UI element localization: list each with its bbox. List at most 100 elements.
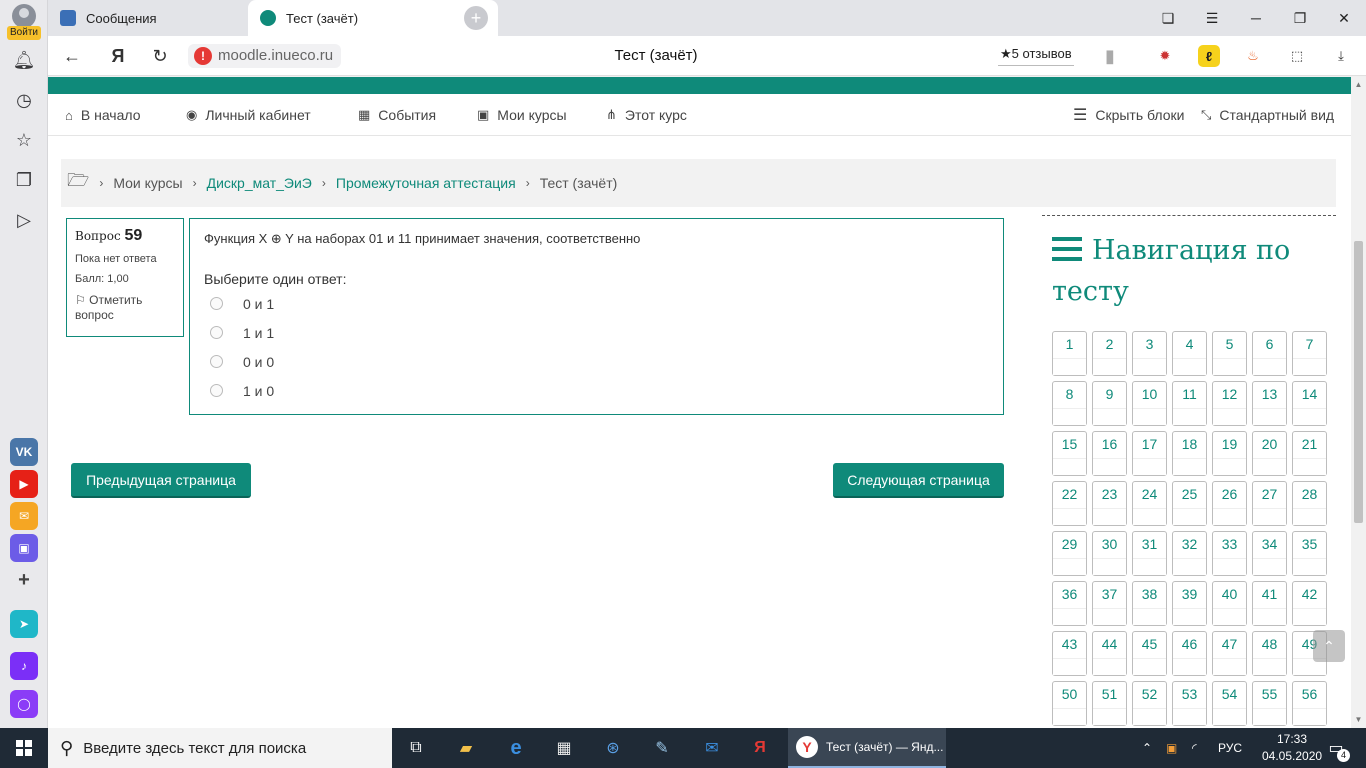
nav-this-course[interactable]: ⋔ Этот курс [606, 94, 687, 136]
radio-button[interactable] [210, 297, 223, 310]
alice-icon[interactable]: ◯ [10, 690, 38, 718]
quiz-nav-cell[interactable]: 34 [1252, 531, 1287, 576]
menu-icon[interactable]: ☰ [1190, 0, 1234, 36]
quiz-nav-cell[interactable]: 48 [1252, 631, 1287, 676]
bug-extension-icon[interactable]: ✹ [1154, 45, 1176, 67]
quiz-nav-cell[interactable]: 37 [1092, 581, 1127, 626]
quiz-nav-cell[interactable]: 4 [1172, 331, 1207, 376]
quiz-nav-cell[interactable]: 7 [1292, 331, 1327, 376]
warning-icon[interactable]: ! [194, 47, 212, 65]
answer-option[interactable]: 1 и 1 [204, 318, 989, 347]
quiz-nav-cell[interactable]: 52 [1132, 681, 1167, 726]
quiz-nav-cell[interactable]: 47 [1212, 631, 1247, 676]
quiz-nav-cell[interactable]: 25 [1172, 481, 1207, 526]
breadcrumb-section[interactable]: Промежуточная аттестация [336, 175, 516, 191]
puzzle-extension-icon[interactable]: ⬚ [1286, 45, 1308, 67]
paint-icon[interactable]: ✎ [646, 732, 678, 764]
extension-icon[interactable]: ℓ [1198, 45, 1220, 67]
history-icon[interactable]: ◷ [12, 88, 36, 112]
yandex-browser-icon[interactable]: Я [744, 732, 776, 764]
quiz-nav-cell[interactable]: 28 [1292, 481, 1327, 526]
flag-question-button[interactable]: ⚐ Отметить вопрос [75, 293, 175, 323]
quiz-nav-cell[interactable]: 8 [1052, 381, 1087, 426]
star-icon[interactable]: ☆ [12, 128, 36, 152]
quiz-nav-cell[interactable]: 36 [1052, 581, 1087, 626]
quiz-nav-cell[interactable]: 24 [1132, 481, 1167, 526]
quiz-nav-cell[interactable]: 32 [1172, 531, 1207, 576]
login-label[interactable]: Войти [7, 26, 41, 40]
taskbar-search[interactable]: ⚲ Введите здесь текст для поиска [48, 728, 392, 768]
quiz-nav-cell[interactable]: 30 [1092, 531, 1127, 576]
bell-icon[interactable]: 🔔︎ [12, 48, 36, 72]
mail-icon[interactable]: ✉ [696, 732, 728, 764]
quiz-nav-cell[interactable]: 3 [1132, 331, 1167, 376]
quiz-nav-cell[interactable]: 12 [1212, 381, 1247, 426]
download-icon[interactable]: ⤓ [1330, 45, 1352, 67]
quiz-nav-cell[interactable]: 1 [1052, 331, 1087, 376]
page-scrollbar[interactable]: ▲ ▼ [1351, 77, 1366, 728]
previous-page-button[interactable]: Предыдущая страница [71, 463, 251, 498]
tab-messages[interactable]: Сообщения [48, 0, 248, 36]
quiz-nav-cell[interactable]: 11 [1172, 381, 1207, 426]
music-icon[interactable]: ♪ [10, 652, 38, 680]
start-button[interactable] [0, 728, 48, 768]
radio-button[interactable] [210, 384, 223, 397]
quiz-nav-cell[interactable]: 53 [1172, 681, 1207, 726]
breadcrumb-my-courses[interactable]: Мои курсы [113, 175, 182, 191]
quiz-nav-cell[interactable]: 15 [1052, 431, 1087, 476]
quiz-nav-cell[interactable]: 56 [1292, 681, 1327, 726]
nav-events[interactable]: ▦ События [358, 94, 436, 136]
quiz-nav-cell[interactable]: 29 [1052, 531, 1087, 576]
taskbar-window-quiz[interactable]: Y Тест (зачёт) — Янд... [788, 728, 946, 768]
url-field[interactable]: ! moodle.inueco.ru [188, 44, 342, 68]
quiz-nav-cell[interactable]: 51 [1092, 681, 1127, 726]
store-icon[interactable]: ▦ [548, 732, 580, 764]
tab-quiz[interactable]: Тест (зачёт) ✕ [248, 0, 498, 36]
quiz-nav-cell[interactable]: 27 [1252, 481, 1287, 526]
clock[interactable]: 17:33 04.05.2020 [1262, 731, 1322, 765]
quiz-nav-cell[interactable]: 17 [1132, 431, 1167, 476]
next-page-button[interactable]: Следующая страница [833, 463, 1004, 498]
quiz-nav-cell[interactable]: 50 [1052, 681, 1087, 726]
language-indicator[interactable]: РУС [1218, 728, 1242, 768]
messenger-icon[interactable]: ▣ [10, 534, 38, 562]
notifications-button[interactable]: ▭ 4 [1322, 734, 1350, 762]
yandex-icon[interactable]: Я [106, 44, 130, 68]
answer-option[interactable]: 0 и 0 [204, 347, 989, 376]
quiz-nav-cell[interactable]: 22 [1052, 481, 1087, 526]
network-icon[interactable]: ◜ [1192, 728, 1197, 768]
quiz-nav-cell[interactable]: 39 [1172, 581, 1207, 626]
quiz-nav-cell[interactable]: 2 [1092, 331, 1127, 376]
nav-cabinet[interactable]: ◉ Личный кабинет [186, 94, 311, 136]
quiz-nav-cell[interactable]: 23 [1092, 481, 1127, 526]
back-icon[interactable]: ← [60, 44, 84, 68]
quiz-nav-cell[interactable]: 10 [1132, 381, 1167, 426]
scroll-up-icon[interactable]: ▲ [1354, 80, 1363, 89]
new-tab-button[interactable]: + [464, 6, 488, 30]
reload-icon[interactable]: ↻ [148, 44, 172, 68]
answer-option[interactable]: 0 и 1 [204, 289, 989, 318]
nav-my-courses[interactable]: ▣ Мои курсы [477, 94, 567, 136]
folder-icon[interactable]: 🗁︎ [67, 168, 89, 198]
quiz-nav-cell[interactable]: 18 [1172, 431, 1207, 476]
quiz-nav-cell[interactable]: 40 [1212, 581, 1247, 626]
quiz-nav-cell[interactable]: 43 [1052, 631, 1087, 676]
quiz-nav-cell[interactable]: 42 [1292, 581, 1327, 626]
breadcrumb-course[interactable]: Дискр_мат_ЭиЭ [207, 175, 312, 191]
quiz-nav-cell[interactable]: 16 [1092, 431, 1127, 476]
quiz-nav-cell[interactable]: 20 [1252, 431, 1287, 476]
mail-icon[interactable]: ✉ [10, 502, 38, 530]
youtube-icon[interactable]: ▶ [10, 470, 38, 498]
tray-chevron-icon[interactable]: ⌃ [1142, 728, 1152, 768]
quiz-nav-cell[interactable]: 13 [1252, 381, 1287, 426]
reviews-button[interactable]: ★5 отзывов [998, 44, 1074, 66]
quiz-nav-cell[interactable]: 31 [1132, 531, 1167, 576]
back-to-top-button[interactable]: ⌃ [1313, 630, 1345, 662]
scroll-down-icon[interactable]: ▼ [1354, 715, 1363, 724]
task-view-icon[interactable]: ⧉ [400, 732, 432, 764]
standard-view-button[interactable]: ⤡ Стандартный вид [1201, 94, 1334, 136]
nav-home[interactable]: ⌂ В начало [65, 94, 141, 136]
vk-icon[interactable]: VK [10, 438, 38, 466]
collections-icon[interactable]: ❐ [12, 168, 36, 192]
fire-extension-icon[interactable]: ♨ [1242, 45, 1264, 67]
